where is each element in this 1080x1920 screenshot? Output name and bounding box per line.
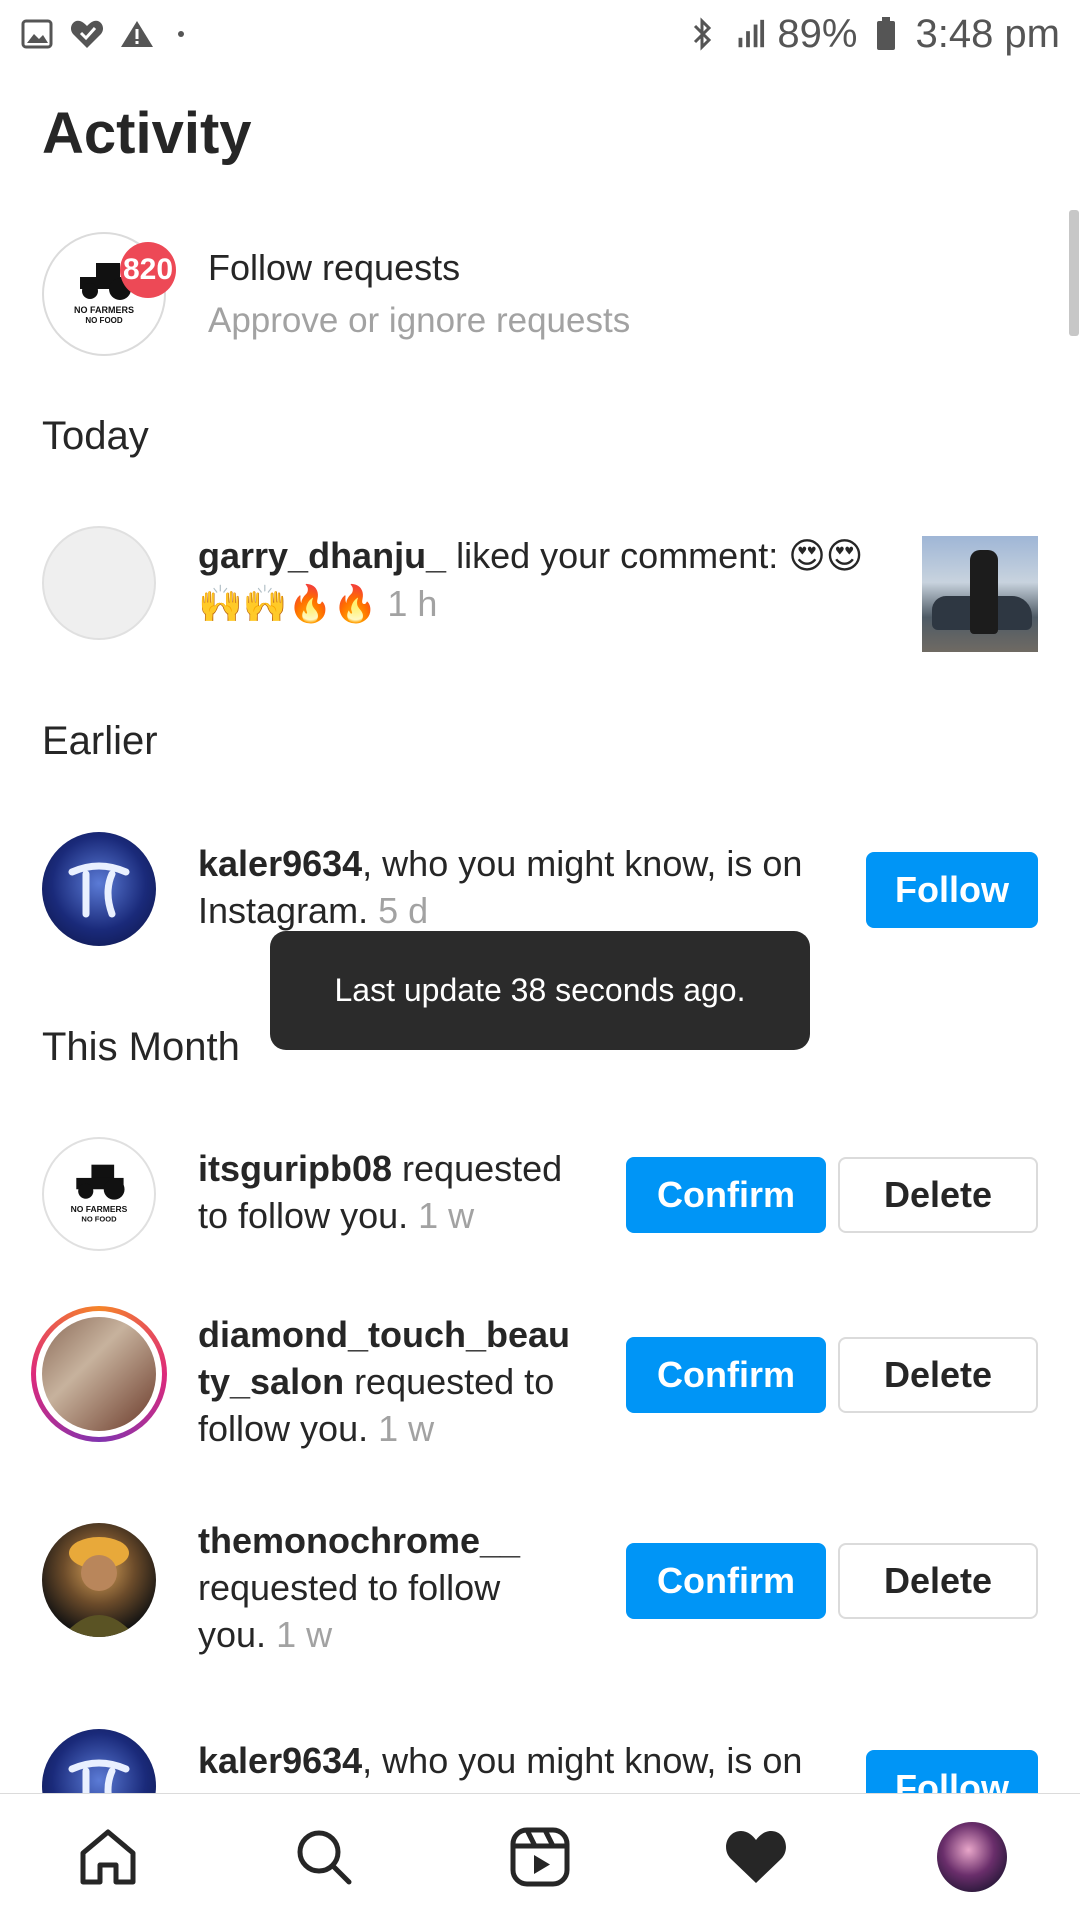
confirm-button[interactable]: Confirm <box>626 1543 826 1619</box>
timestamp: 1 w <box>418 1195 475 1236</box>
follow-requests-title: Follow requests <box>208 247 461 288</box>
svg-text:NO FOOD: NO FOOD <box>85 316 123 325</box>
heart-icon[interactable] <box>706 1807 806 1907</box>
follow-button[interactable]: Follow <box>866 852 1038 928</box>
activity-text: requested to <box>344 1361 555 1402</box>
username[interactable]: itsguripb08 <box>198 1148 392 1189</box>
activity-text: , who you might know, is on <box>362 1740 803 1781</box>
timestamp: 1 w <box>276 1614 333 1655</box>
activity-text: liked your comment: <box>446 535 789 576</box>
activity-text: follow you. <box>198 1408 369 1449</box>
delete-button[interactable]: Delete <box>838 1157 1038 1233</box>
delete-button[interactable]: Delete <box>838 1337 1038 1413</box>
avatar[interactable] <box>42 832 156 946</box>
emoji-text: 🙌🙌🔥🔥 <box>198 584 378 625</box>
activity-text: Instagram. <box>198 890 369 931</box>
avatar[interactable] <box>42 526 156 640</box>
avatar[interactable] <box>42 1729 156 1793</box>
username[interactable]: diamond_touch_beau <box>198 1314 570 1355</box>
svg-text:NO FARMERS: NO FARMERS <box>74 305 134 315</box>
activity-text: to follow you. <box>198 1195 409 1236</box>
activity-text: you. <box>198 1614 267 1655</box>
username[interactable]: kaler9634 <box>198 843 362 884</box>
svg-text:NO FARMERS: NO FARMERS <box>71 1204 128 1214</box>
page-title: Activity <box>42 101 252 166</box>
activity-row-like[interactable]: garry_dhanju_ liked your comment: 😍😍 🙌🙌🔥… <box>42 526 1040 640</box>
emoji-text: 😍😍 <box>788 536 864 577</box>
section-today: Today <box>42 414 149 458</box>
avatar[interactable]: NO FARMERS NO FOOD <box>42 1137 156 1251</box>
follow-requests-subtitle: Approve or ignore requests <box>208 301 631 340</box>
avatar-story-ring[interactable] <box>31 1306 167 1442</box>
activity-text: requested to follow <box>198 1567 501 1608</box>
username[interactable]: kaler9634 <box>198 1740 362 1781</box>
section-earlier: Earlier <box>42 719 158 763</box>
svg-text:NO FOOD: NO FOOD <box>81 1214 117 1223</box>
confirm-button[interactable]: Confirm <box>626 1157 826 1233</box>
avatar[interactable] <box>42 1523 156 1637</box>
reels-icon[interactable] <box>490 1807 590 1907</box>
follow-requests-badge: 820 <box>120 242 176 298</box>
activity-text: , who you might know, is on <box>362 843 803 884</box>
profile-tab[interactable] <box>922 1807 1022 1907</box>
username[interactable]: garry_dhanju_ <box>198 535 446 576</box>
scrollbar[interactable] <box>1069 210 1079 336</box>
username[interactable]: ty_salon <box>198 1361 344 1402</box>
username[interactable]: themonochrome__ <box>198 1520 520 1561</box>
timestamp: 1 w <box>378 1408 435 1449</box>
timestamp: 1 h <box>387 583 438 624</box>
follow-requests-avatar: NO FARMERS NO FOOD 820 <box>42 232 176 356</box>
timestamp: 5 d <box>378 890 429 931</box>
avatar <box>42 1317 156 1431</box>
follow-requests-row[interactable]: NO FARMERS NO FOOD 820 Follow requests A… <box>42 230 1032 358</box>
section-this-month: This Month <box>42 1025 240 1069</box>
bottom-nav <box>0 1793 1080 1920</box>
follow-button[interactable]: Follow <box>866 1750 1038 1793</box>
avatar <box>937 1822 1007 1892</box>
post-thumbnail[interactable] <box>922 536 1038 652</box>
toast-message: Last update 38 seconds ago. <box>270 931 810 1050</box>
home-icon[interactable] <box>58 1807 158 1907</box>
confirm-button[interactable]: Confirm <box>626 1337 826 1413</box>
search-icon[interactable] <box>274 1807 374 1907</box>
activity-text: requested <box>392 1148 563 1189</box>
delete-button[interactable]: Delete <box>838 1543 1038 1619</box>
